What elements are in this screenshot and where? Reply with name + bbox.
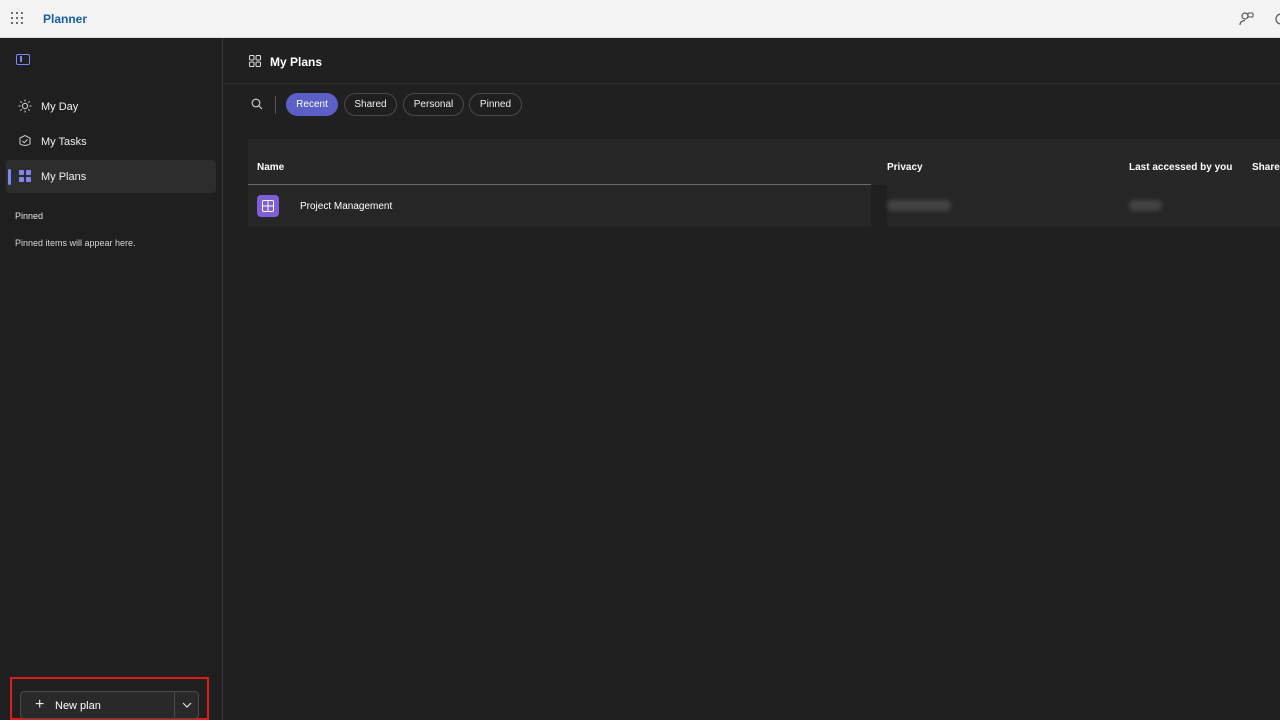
new-plan-label: New plan <box>55 700 101 712</box>
column-header-share[interactable]: Share <box>1252 162 1280 173</box>
sidebar-item-my-tasks[interactable]: My Tasks <box>6 125 216 158</box>
sidebar-item-label: My Plans <box>41 171 87 183</box>
filter-chip-shared[interactable]: Shared <box>344 93 397 116</box>
app-launcher-icon[interactable] <box>11 12 25 26</box>
new-plan-button[interactable]: + New plan <box>20 691 175 719</box>
sun-icon <box>18 99 32 113</box>
sidebar: My Day My Tasks My Plans Pinned Pinned i… <box>0 38 223 720</box>
main-content: My Plans Recent Shared Personal Pinned N… <box>224 38 1280 720</box>
people-settings-icon[interactable] <box>1239 11 1255 27</box>
privacy-value-redacted <box>887 200 951 211</box>
page-title: My Plans <box>270 55 323 69</box>
new-plan-dropdown-button[interactable] <box>174 691 199 719</box>
sidebar-item-label: My Day <box>41 101 79 113</box>
top-bar: Planner <box>0 0 1280 38</box>
sidebar-collapse-icon[interactable] <box>16 54 30 65</box>
page-header: My Plans <box>224 38 1280 84</box>
column-header-privacy[interactable]: Privacy <box>887 162 923 173</box>
sidebar-item-my-plans[interactable]: My Plans <box>6 160 216 193</box>
grid-icon <box>19 170 31 182</box>
sidebar-item-my-day[interactable]: My Day <box>6 90 216 123</box>
table-row[interactable]: Project Management <box>248 185 1280 227</box>
pinned-section-title: Pinned <box>15 211 44 221</box>
plan-board-icon <box>257 195 279 217</box>
search-icon[interactable] <box>251 98 263 110</box>
filter-chip-pinned[interactable]: Pinned <box>469 93 522 116</box>
last-accessed-value-redacted <box>1129 200 1162 211</box>
pinned-empty-message: Pinned items will appear here. <box>15 238 136 248</box>
plus-icon: + <box>35 696 45 713</box>
plans-grid-icon <box>249 55 261 67</box>
active-indicator <box>8 169 11 185</box>
chevron-down-icon <box>182 702 192 708</box>
app-name[interactable]: Planner <box>43 12 87 26</box>
filter-divider <box>275 96 276 114</box>
plan-name[interactable]: Project Management <box>300 201 392 212</box>
column-header-last-accessed[interactable]: Last accessed by you <box>1129 162 1232 173</box>
sidebar-item-label: My Tasks <box>41 136 87 148</box>
column-header-name[interactable]: Name <box>257 162 284 173</box>
new-plan-highlight: + New plan <box>10 677 209 720</box>
table-header: Name Privacy Last accessed by you Share <box>248 139 1280 185</box>
task-circle-icon <box>19 134 31 146</box>
settings-icon[interactable] <box>1273 11 1280 27</box>
filter-chip-recent[interactable]: Recent <box>286 93 338 116</box>
filter-chip-personal[interactable]: Personal <box>403 93 464 116</box>
